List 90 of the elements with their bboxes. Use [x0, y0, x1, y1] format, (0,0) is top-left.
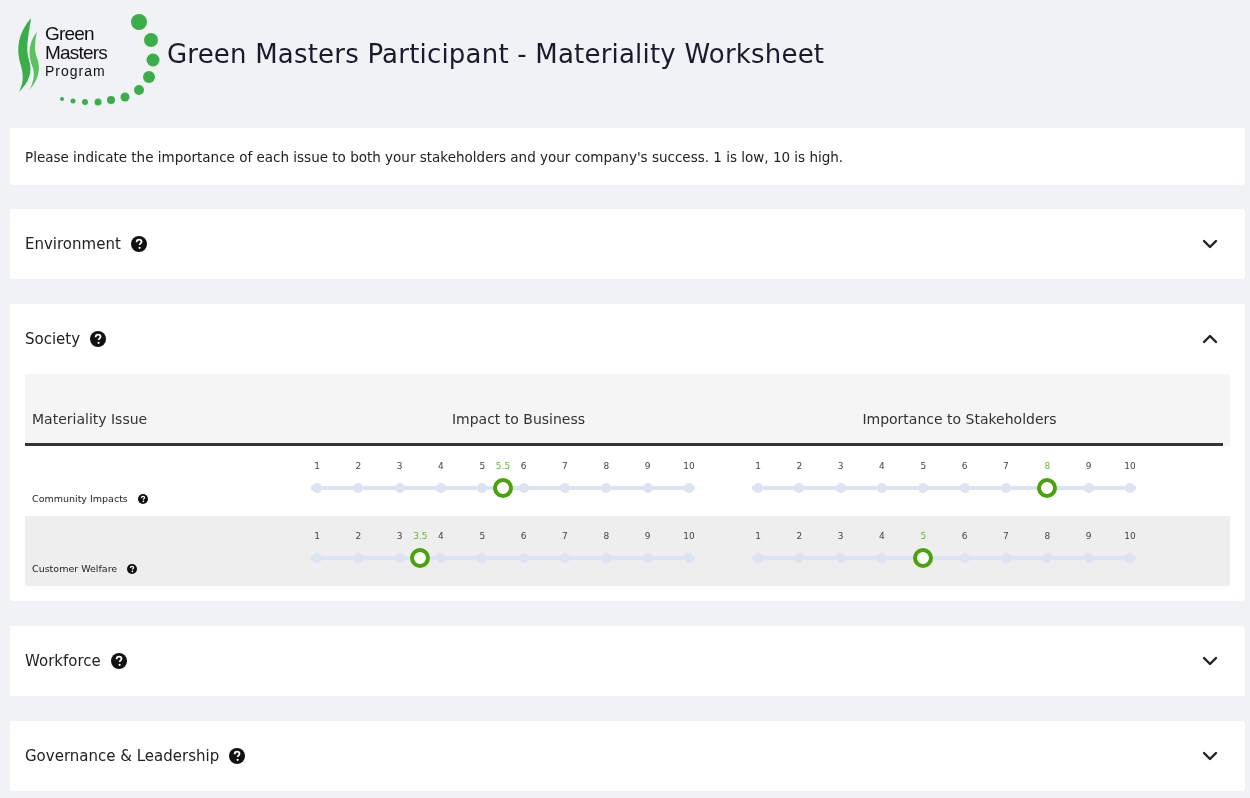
tick-label: 5 — [919, 531, 928, 543]
tick-label: 1 — [754, 531, 762, 543]
tick-label: 2 — [354, 531, 363, 543]
slider-step[interactable] — [353, 483, 364, 493]
tick-label: 3 — [836, 531, 845, 543]
tick-label: 1 — [313, 531, 321, 543]
chevron-down-icon[interactable] — [1202, 751, 1218, 761]
tick-label: 10 — [1123, 461, 1136, 473]
slider-value: 5.5 — [495, 461, 511, 471]
chevron-up-icon[interactable] — [1202, 334, 1218, 344]
tick-label: 6 — [519, 531, 528, 543]
tick-label: 4 — [437, 531, 445, 543]
help-icon[interactable] — [130, 236, 147, 252]
slider-step[interactable] — [312, 483, 322, 493]
slider-step[interactable] — [1083, 483, 1094, 493]
tick-label: 6 — [960, 531, 969, 543]
tick-label: 8 — [602, 531, 611, 543]
tick-label: 10 — [682, 461, 695, 473]
column-header: Importance to Stakeholders — [861, 410, 1058, 427]
tick-label: 10 — [682, 531, 695, 543]
issue-name: Customer Welfare — [32, 563, 118, 574]
tick-label: 7 — [561, 531, 569, 543]
slider-step[interactable] — [877, 483, 887, 493]
tick-label: 5 — [478, 531, 487, 543]
column-header: Materiality Issue — [32, 410, 149, 427]
tick-label: 8 — [1043, 531, 1052, 543]
tick-label: 5 — [919, 461, 928, 473]
tick-label: 9 — [1084, 461, 1093, 473]
tick-label: 1 — [313, 461, 321, 473]
tick-label: 2 — [354, 461, 363, 473]
tick-label: 7 — [561, 461, 569, 473]
tick-label: 9 — [643, 461, 652, 473]
tick-label: 2 — [795, 461, 804, 473]
help-icon[interactable] — [90, 331, 107, 347]
slider-step[interactable] — [1001, 483, 1011, 493]
tick-label: 3 — [836, 461, 845, 473]
slider-value: 3.5 — [413, 531, 428, 541]
tick-label: 6 — [960, 461, 969, 473]
tick-label: 4 — [878, 461, 886, 473]
slider-step[interactable] — [601, 483, 612, 493]
slider-step[interactable] — [642, 483, 653, 493]
tick-label: 1 — [754, 461, 762, 473]
tick-label: 6 — [519, 461, 528, 473]
chevron-down-icon[interactable] — [1202, 656, 1218, 666]
instruction-text: Please indicate the importance of each issue to both your stakeholders and your company's success. 1 is low, 10 is high. — [25, 148, 844, 165]
slider-thumb[interactable] — [913, 548, 934, 568]
slider-step[interactable] — [436, 483, 446, 493]
tick-label: 3 — [395, 531, 404, 543]
slider-thumb[interactable] — [493, 478, 513, 498]
help-icon[interactable] — [137, 493, 148, 504]
issue-name: Community Impacts — [32, 493, 128, 504]
tick-label: 5 — [478, 461, 487, 473]
slider-step[interactable] — [794, 483, 805, 493]
slider-step[interactable] — [560, 483, 570, 493]
slider-thumb[interactable] — [410, 548, 431, 568]
slider-step[interactable] — [835, 483, 846, 493]
tick-label: 8 — [602, 461, 611, 473]
tick-label: 8 — [1043, 461, 1052, 473]
help-icon[interactable] — [127, 563, 138, 574]
slider-step[interactable] — [959, 483, 970, 493]
slider-thumb[interactable] — [1037, 478, 1058, 498]
page-title: Green Masters Participant - Materiality Worksheet — [167, 39, 825, 69]
logo-text: Masters — [45, 43, 107, 62]
tick-label: 4 — [437, 461, 445, 473]
section-title[interactable]: Workforce — [25, 652, 101, 670]
logo-text: Green — [45, 24, 95, 43]
slider-step[interactable] — [394, 483, 405, 493]
tick-label: 9 — [1084, 531, 1093, 543]
tick-label: 3 — [395, 461, 404, 473]
slider-step[interactable] — [518, 483, 529, 493]
tick-label: 7 — [1002, 461, 1010, 473]
slider-step[interactable] — [1125, 483, 1135, 493]
tick-label: 4 — [878, 531, 886, 543]
slider-step[interactable] — [918, 483, 929, 493]
tick-label: 10 — [1123, 531, 1136, 543]
logo-text: Program — [45, 62, 107, 80]
tick-label: 2 — [795, 531, 804, 543]
chevron-down-icon[interactable] — [1202, 239, 1218, 249]
tick-label: 7 — [1002, 531, 1010, 543]
leaf-icon — [15, 18, 41, 92]
section-title[interactable]: Environment — [25, 235, 121, 253]
help-icon[interactable] — [229, 748, 246, 764]
section-title[interactable]: Governance & Leadership — [25, 747, 220, 765]
slider-step[interactable] — [684, 483, 694, 493]
help-icon[interactable] — [110, 653, 127, 669]
slider-step[interactable] — [753, 483, 763, 493]
slider-step[interactable] — [477, 483, 488, 493]
tick-label: 9 — [643, 531, 652, 543]
section-title[interactable]: Society — [25, 330, 81, 348]
column-header: Impact to Business — [450, 410, 587, 427]
